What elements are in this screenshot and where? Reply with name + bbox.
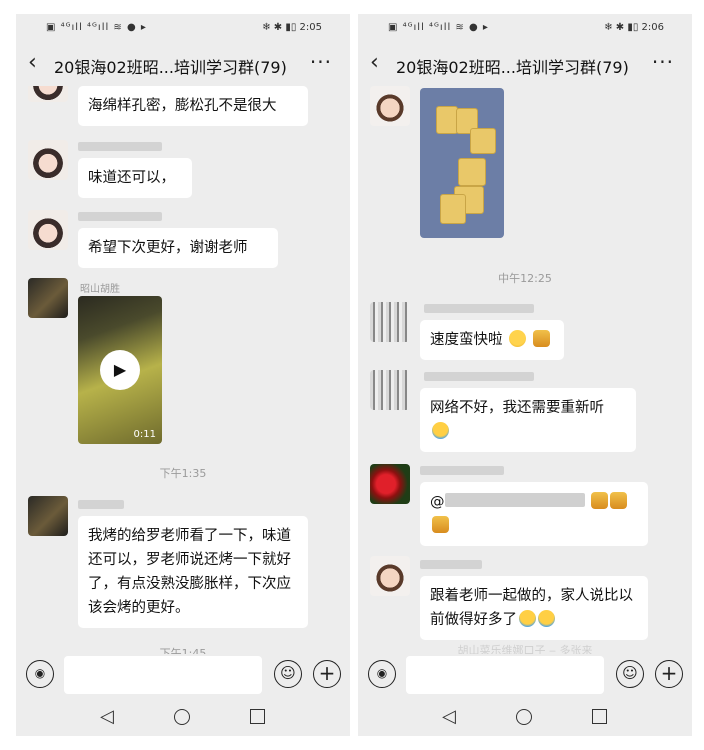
timestamp: 中午12:25 — [498, 272, 552, 285]
nav-recents-icon[interactable] — [592, 709, 607, 724]
message-bubble[interactable]: 跟着老师一起做的，家人说比以前做得好多了 — [420, 576, 648, 640]
blurred-sender-name — [78, 142, 162, 151]
video-duration: 0:11 — [133, 429, 156, 440]
photo-detail — [440, 194, 466, 224]
system-nav-bar: ◁ — [16, 704, 350, 736]
system-nav-bar: ◁ — [358, 704, 692, 736]
blurred-sender-name — [78, 212, 162, 221]
timestamp: 下午1:35 — [159, 467, 207, 480]
more-icon[interactable]: ··· — [652, 50, 674, 74]
laugh-cry-emoji-icon — [538, 610, 555, 627]
message-bubble[interactable]: 味道还可以， — [78, 158, 192, 198]
avatar[interactable] — [28, 210, 68, 250]
phone-screen-left: ▣ ⁴ᴳıll ⁴ᴳıll ≋ ● ▸ ❄ ✱ ▮▯ 2:05 ‹ 20银海02… — [16, 14, 350, 736]
message-input[interactable] — [406, 656, 604, 694]
nav-back-icon[interactable]: ◁ — [100, 706, 114, 727]
thumbs-up-emoji-icon — [591, 492, 609, 509]
nav-home-icon[interactable] — [516, 709, 532, 725]
thumbs-up-emoji-icon — [610, 492, 628, 509]
signal-icons: ▣ ⁴ᴳıll ⁴ᴳıll ≋ ● ▸ — [388, 22, 489, 33]
avatar[interactable] — [28, 496, 68, 536]
avatar[interactable] — [28, 86, 68, 102]
more-icon[interactable]: ··· — [310, 50, 332, 74]
blurred-sender-name — [420, 560, 482, 569]
plus-icon[interactable]: + — [313, 660, 341, 688]
blurred-mention — [444, 493, 585, 507]
status-time: ❄ ✱ ▮▯ 2:05 — [262, 22, 322, 33]
chat-title: 20银海02班昭...培训学习群(79) — [396, 58, 629, 77]
sender-name: 昭山胡胜 — [80, 284, 120, 295]
input-bar: ◉ ☺ + — [16, 654, 350, 698]
phone-screen-right: ▣ ⁴ᴳıll ⁴ᴳıll ≋ ● ▸ ❄ ✱ ▮▯ 2:06 ‹ 20银海02… — [358, 14, 692, 736]
photo-detail — [458, 158, 486, 186]
signal-icons: ▣ ⁴ᴳıll ⁴ᴳıll ≋ ● ▸ — [46, 22, 147, 33]
avatar[interactable] — [28, 140, 68, 180]
chat-title: 20银海02班昭...培训学习群(79) — [54, 58, 287, 77]
status-bar: ▣ ⁴ᴳıll ⁴ᴳıll ≋ ● ▸ ❄ ✱ ▮▯ 2:06 — [358, 14, 692, 42]
avatar[interactable] — [370, 86, 410, 126]
timestamp: 下午1:45 — [159, 647, 207, 654]
voice-icon[interactable]: ◉ — [368, 660, 396, 688]
avatar[interactable] — [370, 556, 410, 596]
message-bubble[interactable]: 网络不好，我还需要重新听 — [420, 388, 636, 452]
avatar[interactable] — [370, 464, 410, 504]
avatar[interactable] — [370, 370, 410, 410]
message-text: 网络不好，我还需要重新听 — [430, 400, 604, 416]
emoji-icon[interactable]: ☺ — [274, 660, 302, 688]
blurred-sender-name — [420, 466, 504, 475]
back-icon[interactable]: ‹ — [28, 50, 37, 75]
nav-back-icon[interactable]: ◁ — [442, 706, 456, 727]
image-message[interactable] — [420, 88, 504, 238]
plus-icon[interactable]: + — [655, 660, 683, 688]
status-time: ❄ ✱ ▮▯ 2:06 — [604, 22, 664, 33]
thumbs-up-emoji-icon — [432, 516, 449, 533]
faded-message-preview: 胡山菜乐维娜口子 ‒ 多张来 — [457, 644, 593, 654]
message-bubble[interactable]: 海绵样孔密，膨松孔不是很大 — [78, 86, 308, 126]
message-bubble[interactable]: @ — [420, 482, 648, 546]
emoji-icon[interactable]: ☺ — [616, 660, 644, 688]
message-input[interactable] — [64, 656, 262, 694]
blurred-sender-name — [424, 304, 534, 313]
back-icon[interactable]: ‹ — [370, 50, 379, 75]
video-message[interactable]: ▶ 0:11 — [78, 296, 162, 444]
mention-text: @ — [430, 494, 445, 510]
message-list[interactable]: 海绵样孔密，膨松孔不是很大 味道还可以， 希望下次更好，谢谢老师 昭山胡胜 ▶ … — [16, 86, 350, 654]
status-bar: ▣ ⁴ᴳıll ⁴ᴳıll ≋ ● ▸ ❄ ✱ ▮▯ 2:05 — [16, 14, 350, 42]
nav-recents-icon[interactable] — [250, 709, 265, 724]
input-bar: ◉ ☺ + — [358, 654, 692, 698]
thumbs-up-emoji-icon — [532, 330, 550, 347]
blurred-sender-name — [424, 372, 534, 381]
photo-detail — [470, 128, 496, 154]
blurred-sender-name — [78, 500, 124, 509]
message-list[interactable]: 中午12:25 速度蛮快啦 网络不好，我还需要重新听 @ 跟着老师一起做的，家人… — [358, 86, 692, 654]
laugh-cry-emoji-icon — [519, 610, 536, 627]
nav-home-icon[interactable] — [174, 709, 190, 725]
grin-emoji-icon — [509, 330, 527, 347]
message-bubble[interactable]: 我烤的给罗老师看了一下，味道还可以，罗老师说还烤一下就好了，有点没熟没膨胀样，下… — [78, 516, 308, 628]
avatar[interactable] — [28, 278, 68, 318]
message-bubble[interactable]: 希望下次更好，谢谢老师 — [78, 228, 278, 268]
message-text: 速度蛮快啦 — [430, 332, 503, 348]
chat-header: ‹ 20银海02班昭...培训学习群(79) ··· — [358, 44, 692, 84]
play-icon[interactable]: ▶ — [100, 350, 140, 390]
chat-header: ‹ 20银海02班昭...培训学习群(79) ··· — [16, 44, 350, 84]
avatar[interactable] — [370, 302, 410, 342]
voice-icon[interactable]: ◉ — [26, 660, 54, 688]
laugh-cry-emoji-icon — [432, 422, 449, 439]
photo-detail — [436, 106, 458, 134]
message-bubble[interactable]: 速度蛮快啦 — [420, 320, 564, 360]
